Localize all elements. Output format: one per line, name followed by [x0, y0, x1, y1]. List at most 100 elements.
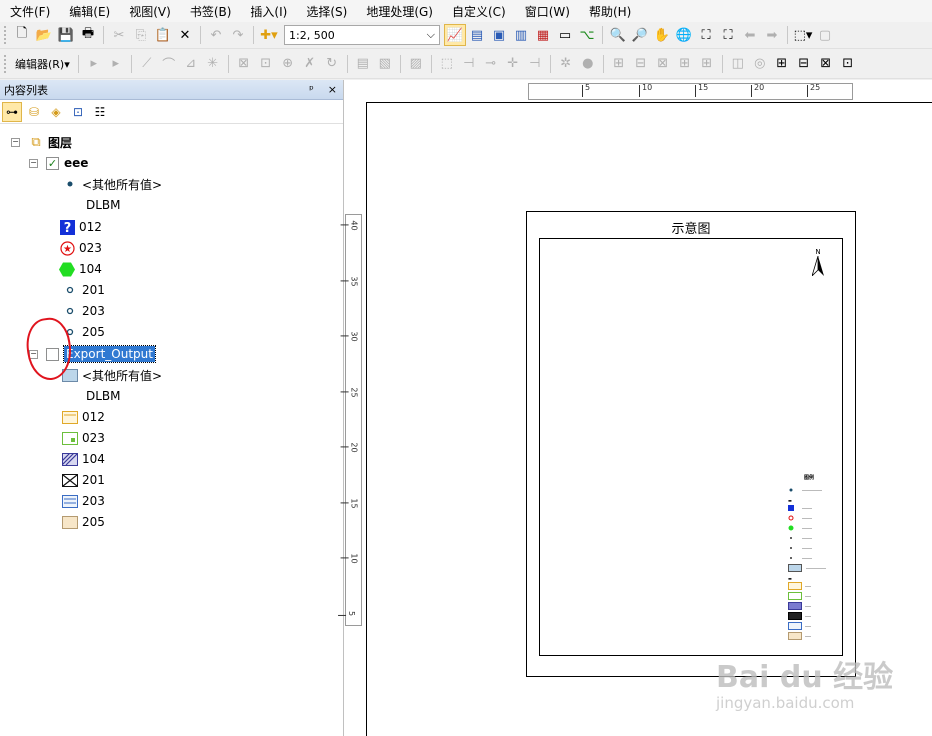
- save-icon[interactable]: 💾: [55, 24, 77, 46]
- data-frame-icon[interactable]: ◫: [727, 53, 749, 75]
- legend-class[interactable]: 201: [62, 280, 105, 300]
- python-window-icon[interactable]: ▭: [554, 24, 576, 46]
- menu-geoprocessing[interactable]: 地理处理(G): [356, 3, 442, 20]
- fixed-zoom-out-icon[interactable]: ⛶: [717, 24, 739, 46]
- north-arrow[interactable]: N: [811, 248, 824, 278]
- legend-class[interactable]: 201: [62, 470, 105, 490]
- menu-file[interactable]: 文件(F): [0, 3, 59, 20]
- legend-class-other-values[interactable]: <其他所有值>: [62, 365, 162, 385]
- list-by-selection-icon[interactable]: ⊡: [68, 102, 88, 122]
- polygon-symbol-icon[interactable]: [62, 410, 78, 424]
- small-circle-symbol-icon[interactable]: [62, 304, 78, 318]
- table-icon[interactable]: ▤: [466, 24, 488, 46]
- new-document-icon[interactable]: 🗋: [11, 24, 33, 46]
- layout-view[interactable]: 5 10 15 20 25 40 35 30 25 20 15 10 5 示意图…: [344, 80, 932, 736]
- arc-segment-icon[interactable]: ⌒: [158, 53, 180, 75]
- layer-control-icon[interactable]: ⊟: [630, 53, 652, 75]
- zoom-in-icon[interactable]: 🔍: [607, 24, 629, 46]
- toolbar-grip[interactable]: [4, 26, 7, 44]
- chevron-down-icon[interactable]: ⌵: [427, 28, 435, 42]
- map-scale-combobox[interactable]: 1:2, 500 ⌵: [284, 25, 440, 45]
- small-circle-symbol-icon[interactable]: [62, 283, 78, 297]
- grid-icon[interactable]: ⊞: [674, 53, 696, 75]
- undo-icon[interactable]: ↶: [205, 24, 227, 46]
- collapse-icon[interactable]: −: [11, 137, 20, 147]
- attributes-icon[interactable]: ▤: [352, 53, 374, 75]
- point-symbol-icon[interactable]: [62, 177, 78, 191]
- forward-extent-icon[interactable]: ➡: [761, 24, 783, 46]
- add-data-icon[interactable]: ✚▾: [258, 24, 280, 46]
- legend-class[interactable]: 012: [62, 407, 105, 427]
- list-by-source-icon[interactable]: ⛁: [24, 102, 44, 122]
- layer-eee[interactable]: − ✓ eee: [29, 153, 88, 173]
- back-extent-icon[interactable]: ⬅: [739, 24, 761, 46]
- data-frame[interactable]: N 图例 ▬ ▬: [539, 238, 843, 656]
- list-by-visibility-icon[interactable]: ◈: [46, 102, 66, 122]
- editor-toolbar-icon[interactable]: 📈: [444, 24, 466, 46]
- arctoolbox-icon[interactable]: ▦: [532, 24, 554, 46]
- model-builder-icon[interactable]: ⌥: [576, 24, 598, 46]
- split-icon[interactable]: ✗: [299, 53, 321, 75]
- table-grid-icon[interactable]: ⊞: [696, 53, 718, 75]
- layer-name[interactable]: eee: [64, 156, 88, 170]
- collapse-icon[interactable]: −: [29, 158, 38, 168]
- list-by-drawing-order-icon[interactable]: ⊶: [2, 101, 22, 122]
- clear-selection-icon[interactable]: ▢: [814, 24, 836, 46]
- trace-icon[interactable]: ⊿: [180, 53, 202, 75]
- legend-class-other-values[interactable]: <其他所有值>: [62, 174, 162, 194]
- print-icon[interactable]: 🖶: [77, 24, 99, 46]
- georef-icon[interactable]: ⊞: [608, 53, 630, 75]
- polygon-symbol-icon[interactable]: [62, 515, 78, 529]
- intersect-icon[interactable]: ✛: [502, 53, 524, 75]
- search-window-icon[interactable]: ▥: [510, 24, 532, 46]
- rotate-icon[interactable]: ↻: [321, 53, 343, 75]
- point-icon[interactable]: ✳: [202, 53, 224, 75]
- delete-icon[interactable]: ✕: [174, 24, 196, 46]
- hatched-polygon-symbol-icon[interactable]: [62, 452, 78, 466]
- map-legend[interactable]: 图例 ▬ ▬: [788, 474, 834, 644]
- legend-class[interactable]: 203: [62, 301, 105, 321]
- straight-segment-icon[interactable]: ⟋: [136, 53, 158, 75]
- reshape-icon[interactable]: ⊡: [255, 53, 277, 75]
- green-hexagon-symbol-icon[interactable]: [59, 262, 75, 276]
- create-features-icon[interactable]: ▨: [405, 53, 427, 75]
- full-extent-icon[interactable]: 🌐: [673, 24, 695, 46]
- menu-view[interactable]: 视图(V): [119, 3, 180, 20]
- legend-class[interactable]: 023: [62, 428, 105, 448]
- fixed-zoom-in-icon[interactable]: ⛶: [695, 24, 717, 46]
- pan-icon[interactable]: ✋: [651, 24, 673, 46]
- close-icon[interactable]: ×: [328, 83, 337, 96]
- zoom-whole-page-icon[interactable]: ⊞: [771, 53, 793, 75]
- map-neatline[interactable]: 示意图 N 图例 ▬ ▬: [526, 211, 856, 677]
- polygon-symbol-icon[interactable]: [62, 431, 78, 445]
- menu-customize[interactable]: 自定义(C): [442, 3, 515, 20]
- editor-menu-button[interactable]: 编辑器(R)▾: [11, 56, 74, 72]
- legend-class[interactable]: 203: [62, 491, 105, 511]
- select-features-icon[interactable]: ⬚▾: [792, 24, 814, 46]
- copy-icon[interactable]: ⎘: [130, 24, 152, 46]
- toolbar-grip[interactable]: [4, 54, 7, 73]
- edit-annotation-icon[interactable]: ▸: [105, 53, 127, 75]
- pin-icon[interactable]: ᵖ: [309, 83, 314, 96]
- menu-insert[interactable]: 插入(I): [240, 3, 296, 20]
- menu-bookmarks[interactable]: 书签(B): [180, 3, 241, 20]
- cut-polygons-icon[interactable]: ⊕: [277, 53, 299, 75]
- snap-icon[interactable]: ⊸: [480, 53, 502, 75]
- red-star-symbol-icon[interactable]: ★: [59, 240, 75, 256]
- map-title[interactable]: 示意图: [527, 218, 855, 237]
- legend-class[interactable]: 205: [62, 512, 105, 532]
- sketch-properties-icon[interactable]: ▧: [374, 53, 396, 75]
- edit-vertices-icon[interactable]: ⊠: [233, 53, 255, 75]
- paste-icon[interactable]: 📋: [152, 24, 174, 46]
- extend-icon[interactable]: ⊣: [524, 53, 546, 75]
- zoom-out-icon[interactable]: 🔎: [629, 24, 651, 46]
- cut-icon[interactable]: ✂: [108, 24, 130, 46]
- layer-visibility-checkbox[interactable]: ✓: [46, 156, 59, 170]
- topology-icon[interactable]: ⬚: [436, 53, 458, 75]
- open-folder-icon[interactable]: 📂: [33, 24, 55, 46]
- menu-edit[interactable]: 编辑(E): [59, 3, 119, 20]
- polygon-symbol-icon[interactable]: [62, 494, 78, 508]
- options-icon[interactable]: ☷: [90, 102, 110, 122]
- legend-class[interactable]: 104: [59, 259, 102, 279]
- legend-class[interactable]: ★ 023: [59, 238, 102, 258]
